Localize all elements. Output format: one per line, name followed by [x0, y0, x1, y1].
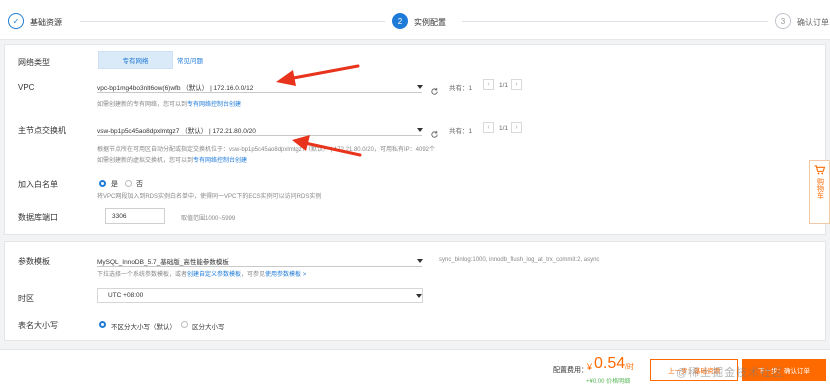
refresh-icon[interactable]: [430, 130, 439, 139]
vswitch-select[interactable]: vsw-bp1p5c45ao8dpxlmtgz7 （默认） | 172.21.8…: [97, 122, 422, 136]
chevron-down-icon[interactable]: [417, 259, 423, 263]
case-sensitivity-label: 表名大小写: [18, 321, 58, 330]
case-sensitive-label[interactable]: 区分大小写: [192, 321, 225, 331]
use-template-link[interactable]: 使用参数模板 >: [265, 272, 306, 278]
chevron-down-icon[interactable]: [416, 294, 422, 298]
shopping-cart-label: 购物车: [816, 178, 824, 199]
case-sensitive-radio[interactable]: [181, 321, 188, 328]
step-2-label: 实例配置: [414, 18, 446, 27]
whitelist-no-label[interactable]: 否: [136, 179, 143, 189]
step-3-label: 确认订单: [797, 18, 829, 27]
vpc-page: 1/1: [499, 82, 509, 89]
order-footer: 配置费用： ¥ 0.54 /时 +¥0.00 价格明细 上一步：基础资源 下一步…: [0, 349, 830, 388]
vpc-hint: 如需创建新的专有网络，您可以到专有网络控制台创建: [97, 102, 242, 108]
step-1-label: 基础资源: [30, 18, 62, 27]
step-2-current-icon: 2: [392, 13, 408, 29]
vpc-total: 共有：1: [449, 85, 473, 92]
network-type-label: 网络类型: [18, 58, 50, 67]
param-template-label: 参数模板: [18, 257, 50, 266]
timezone-select[interactable]: UTC +08:00: [97, 288, 423, 303]
vpc-next-page-button[interactable]: ›: [511, 79, 522, 90]
refresh-icon[interactable]: [430, 87, 439, 96]
chevron-down-icon[interactable]: [417, 85, 423, 89]
parameter-panel: 参数模板 MySQL_InnoDB_5.7_基础版_高性能参数模板 sync_b…: [4, 241, 826, 341]
vswitch-total: 共有：1: [449, 128, 473, 135]
network-faq-link[interactable]: 常见问题: [173, 51, 213, 69]
whitelist-hint: 将VPC网段加入到RDS实例白名单中，使得同一VPC下的ECS实例可以访问RDS…: [97, 194, 322, 200]
vswitch-label: 主节点交换机: [18, 126, 66, 135]
price-currency: ¥: [587, 362, 593, 372]
port-range-hint: 取值范围1000~5999: [181, 216, 236, 222]
create-template-link[interactable]: 创建自定义参数模板: [187, 272, 241, 278]
timezone-label: 时区: [18, 294, 34, 303]
param-template-select[interactable]: MySQL_InnoDB_5.7_基础版_高性能参数模板: [97, 253, 422, 267]
whitelist-yes-label[interactable]: 是: [111, 179, 118, 189]
wizard-steps: ✓ 基础资源 2 实例配置 3 确认订单: [0, 0, 830, 40]
param-template-hint: 下拉选择一个系统参数模板，或者创建自定义参数模板，可参见使用参数模板 >: [97, 272, 307, 278]
port-label: 数据库端口: [18, 213, 58, 222]
whitelist-label: 加入白名单: [18, 180, 58, 189]
port-input[interactable]: 3306: [105, 208, 165, 224]
vswitch-zone-hint: 根据节点所在可用区自动分配或指定交换机位于：vsw-bp1p5c45ao8dpx…: [97, 147, 435, 153]
step-3-pending-icon: 3: [775, 13, 791, 29]
vswitch-page: 1/1: [499, 125, 509, 132]
network-panel: 网络类型 专有网络 常见问题 VPC vpc-bp1mg4bo3nlt6ow(6…: [4, 44, 826, 235]
vpc-console-link[interactable]: 专有网络控制台创建: [187, 102, 241, 108]
vpc-select[interactable]: vpc-bp1mg4bo3nlt6ow(6)wfb （默认） | 172.16.…: [97, 79, 422, 93]
price-detail-link[interactable]: +¥0.00 价格明细: [586, 376, 630, 385]
network-type-vpc-tab[interactable]: 专有网络: [98, 51, 173, 69]
vpc-label: VPC: [18, 83, 35, 92]
step-1-done-icon: ✓: [8, 13, 24, 29]
vswitch-console-link[interactable]: 专有网络控制台创建: [193, 158, 247, 164]
step-line: [462, 21, 768, 22]
fee-label: 配置费用：: [553, 367, 588, 374]
case-insensitive-label[interactable]: 不区分大小写（默认）: [111, 321, 176, 331]
vswitch-prev-page-button[interactable]: ‹: [483, 122, 494, 133]
vswitch-next-page-button[interactable]: ›: [511, 122, 522, 133]
watermark: @稀土掘金技术社区: [676, 367, 785, 379]
vswitch-create-hint: 如需创建新的虚拟交换机，您可以到专有网络控制台创建: [97, 158, 248, 164]
cart-icon: [814, 165, 825, 175]
price-value: 0.54: [594, 355, 626, 372]
shopping-cart-tab[interactable]: 购物车: [809, 160, 830, 224]
chevron-down-icon[interactable]: [417, 128, 423, 132]
vpc-prev-page-button[interactable]: ‹: [483, 79, 494, 90]
step-line: [80, 21, 385, 22]
whitelist-yes-radio[interactable]: [99, 180, 106, 187]
case-insensitive-radio[interactable]: [99, 321, 106, 328]
price-unit: /时: [625, 364, 634, 371]
whitelist-no-radio[interactable]: [125, 180, 132, 187]
param-template-summary: sync_binlog:1000, innodb_flush_log_at_tr…: [439, 257, 600, 263]
